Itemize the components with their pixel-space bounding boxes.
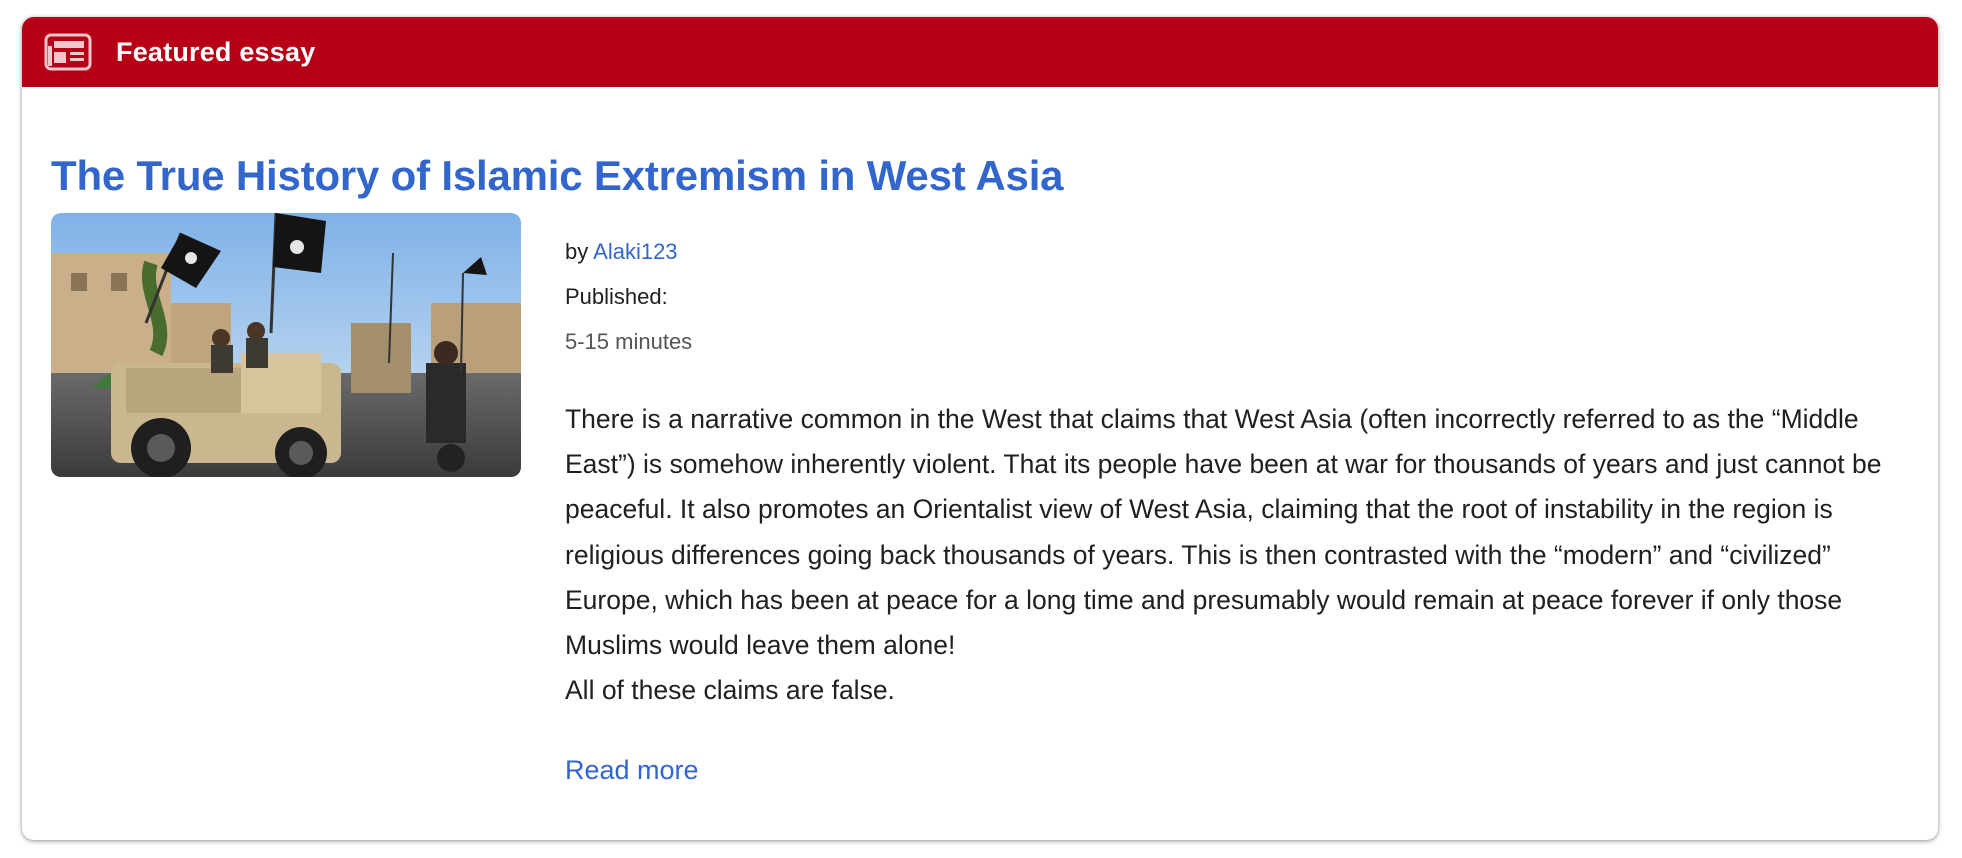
excerpt-paragraph: There is a narrative common in the West … — [565, 404, 1882, 661]
article-title-link[interactable]: The True History of Islamic Extremism in… — [51, 152, 1064, 200]
newspaper-icon — [44, 32, 92, 72]
by-label: by — [565, 239, 589, 264]
published-label: Published: — [565, 284, 668, 309]
article-thumbnail[interactable] — [51, 213, 521, 477]
author-link[interactable]: Alaki123 — [593, 239, 677, 264]
card-header-title: Featured essay — [116, 36, 316, 67]
article-meta: by Alaki123 Published: 5-15 minutes — [565, 229, 692, 364]
read-more-link[interactable]: Read more — [565, 755, 699, 786]
reading-time: 5-15 minutes — [565, 329, 693, 354]
card-header: Featured essay — [22, 17, 1938, 87]
featured-essay-card: Featured essay The True History of Islam… — [22, 17, 1938, 840]
author-line: by Alaki123 — [565, 229, 692, 274]
excerpt-conclusion: All of these claims are false. — [565, 675, 895, 706]
article-excerpt: There is a narrative common in the West … — [565, 397, 1925, 713]
photo-thumbnail — [51, 213, 521, 477]
